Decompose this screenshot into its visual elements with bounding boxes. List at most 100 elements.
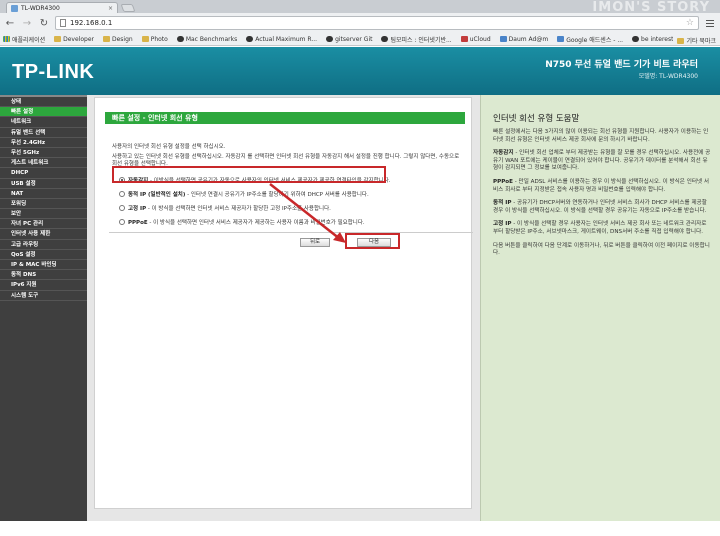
new-tab-button[interactable]	[120, 4, 136, 12]
sidebar-item[interactable]: 자녀 PC 관리	[0, 219, 87, 230]
browser-toolbar: ← → ↻ 192.168.0.1 ☆	[0, 13, 720, 33]
help-intro: 빠른 설정에서는 다음 3가지의 많이 이용되는 회선 유형을 지원합니다. 사…	[493, 129, 709, 143]
bookmark-label: gitserver Git	[335, 35, 373, 43]
bookmark-item[interactable]: Photo	[141, 35, 168, 43]
divider	[109, 232, 473, 233]
bookmark-label: Photo	[150, 35, 168, 43]
cloud-icon	[460, 36, 468, 42]
sidebar-item[interactable]: 상태	[0, 97, 87, 108]
folder-icon	[54, 36, 62, 42]
back-arrow-icon[interactable]: ←	[4, 17, 16, 29]
sidebar-item[interactable]: DHCP	[0, 168, 87, 179]
sidebar-item[interactable]: USB 설정	[0, 179, 87, 189]
bookmark-item[interactable]: Google 애드센스 - ...	[557, 35, 623, 44]
page-icon	[60, 19, 66, 27]
apple-icon	[176, 36, 184, 42]
folder-icon	[677, 37, 685, 44]
forward-arrow-icon[interactable]: →	[21, 17, 33, 29]
help-static: 고정 IP - 이 방식을 선택할 경우 사용자는 인터넷 서비스 제공 회사 …	[493, 221, 707, 235]
folder-icon	[102, 36, 110, 42]
help-panel: 인터넷 회선 유형 도움말 빠른 설정에서는 다음 3가지의 많이 이용되는 회…	[480, 95, 720, 521]
radio-static-ip[interactable]	[119, 205, 125, 211]
router-header: TP-LINK N750 무선 듀얼 밴드 기가 비트 라우터 모델명: TL-…	[0, 47, 720, 95]
google-icon	[557, 36, 565, 42]
sidebar-item[interactable]: 빠른 설정	[0, 107, 87, 118]
bookmark-item[interactable]: gitserver Git	[326, 36, 372, 43]
bookmark-item[interactable]: Design	[102, 35, 133, 43]
bookmark-item[interactable]: Mac Benchmarks	[176, 36, 237, 43]
bookmark-item[interactable]: Daum Ad@m	[499, 35, 549, 43]
sidebar-item[interactable]: 고급 라우팅	[0, 240, 87, 250]
back-button[interactable]: 뒤로	[300, 238, 330, 247]
main-content: 빠른 설정 - 인터넷 회선 유형 사용자의 인터넷 회선 유형 설정을 선택 …	[87, 95, 480, 521]
other-bookmarks[interactable]: 기타 북마크	[673, 36, 716, 45]
other-bookmarks-label: 기타 북마크	[686, 38, 716, 45]
sidebar-item[interactable]: 시스템 도구	[0, 291, 87, 301]
help-auto: 자동감지 - 인터넷 회선 업체로 부터 제공받는 유형을 잘 모를 경우 선택…	[493, 150, 711, 172]
model-name: 모델명: TL-WDR4300	[638, 73, 698, 80]
sidebar-item[interactable]: NAT	[0, 189, 87, 199]
bookmark-label: Developer	[63, 35, 94, 43]
apps-grid-icon	[3, 36, 10, 42]
help-outro: 다음 버튼을 클릭하여 다음 단계로 이동하거나, 뒤로 버튼을 클릭하여 이전…	[493, 242, 710, 257]
browser-tab[interactable]: TL-WDR4300 ×	[6, 2, 118, 13]
sidebar-item[interactable]: 포워딩	[0, 199, 87, 210]
address-bar[interactable]: 192.168.0.1 ☆	[55, 16, 699, 30]
sidebar-item[interactable]: 인터넷 사용 제한	[0, 229, 87, 240]
sidebar-item[interactable]: 보안	[0, 209, 87, 220]
sidebar-item[interactable]: 네트워크	[0, 117, 87, 128]
sidebar-item[interactable]: 무선 5GHz	[0, 148, 87, 159]
sidebar-item[interactable]: IP & MAC 바인딩	[0, 260, 87, 271]
star-icon[interactable]: ☆	[686, 18, 694, 28]
menu-icon[interactable]	[704, 17, 716, 29]
bookmark-label: Actual Maximum R...	[255, 35, 318, 43]
highlight-box-next	[345, 233, 400, 249]
page-footer	[0, 521, 720, 536]
address-url[interactable]: 192.168.0.1	[70, 19, 682, 27]
help-title: 인터넷 회선 유형 도움말	[493, 114, 580, 124]
sidebar-item[interactable]: 듀얼 밴드 선택	[0, 128, 87, 138]
bookmark-label: Daum Ad@m	[508, 35, 549, 43]
sidebar-item[interactable]: IPv6 지원	[0, 280, 87, 291]
bookmark-label: 애플리케이션	[12, 36, 46, 44]
site-icon	[246, 36, 254, 42]
bookmark-item[interactable]: uCloud	[460, 36, 491, 43]
option-dynamic-ip-label: 동적 IP (일반적인 설치) - 인터넷 연결시 공유기가 IP주소를 할당하…	[128, 192, 369, 198]
quick-setup-panel: 빠른 설정 - 인터넷 회선 유형 사용자의 인터넷 회선 유형 설정을 선택 …	[94, 97, 473, 509]
bookmark-label: Google 애드센스 - ...	[566, 36, 624, 44]
option-static-ip[interactable]: 고정 IP - 이 방식을 선택하면 인터넷 서비스 제공자가 할당한 고정 I…	[119, 204, 331, 212]
highlight-box-auto-detect	[112, 166, 386, 183]
reload-icon[interactable]: ↻	[38, 17, 50, 29]
folder-icon	[141, 36, 149, 42]
radio-pppoe[interactable]	[119, 219, 125, 225]
browser-tabstrip: TL-WDR4300 × IMON'S STORY	[0, 0, 720, 15]
bookmark-label: 팀모피스 : 인터넷기반...	[390, 36, 452, 44]
bookmark-item[interactable]: Actual Maximum R...	[246, 36, 317, 43]
sidebar-item[interactable]: 무선 2.4GHz	[0, 138, 87, 148]
site-icon	[381, 36, 389, 42]
option-dynamic-ip[interactable]: 동적 IP (일반적인 설치) - 인터넷 연결시 공유기가 IP주소를 할당하…	[119, 190, 369, 198]
help-body: 빠른 설정에서는 다음 3가지의 많이 이용되는 회선 유형을 지원합니다. 사…	[493, 129, 711, 264]
option-static-ip-label: 고정 IP - 이 방식을 선택하면 인터넷 서비스 제공자가 할당한 고정 I…	[128, 206, 331, 212]
option-pppoe-label: PPPoE - 이 방식을 선택하면 인터넷 서비스 제공자가 제공하는 사용자…	[128, 220, 365, 226]
close-icon[interactable]: ×	[108, 5, 113, 12]
sidebar-item[interactable]: 게스트 네트워크	[0, 158, 87, 169]
sidebar-nav: 상태 빠른 설정 네트워크 듀얼 밴드 선택 무선 2.4GHz 무선 5GHz 게스트 네…	[0, 95, 87, 521]
bookmark-item[interactable]: Developer	[54, 36, 94, 43]
page-title: 빠른 설정 - 인터넷 회선 유형	[105, 112, 465, 124]
option-pppoe[interactable]: PPPoE - 이 방식을 선택하면 인터넷 서비스 제공자가 제공하는 사용자…	[119, 218, 365, 226]
bookmark-item[interactable]: 팀모피스 : 인터넷기반...	[381, 35, 452, 44]
tab-title: TL-WDR4300	[21, 4, 60, 12]
daum-icon	[499, 36, 507, 42]
radio-dynamic-ip[interactable]	[119, 191, 125, 197]
bookmark-item[interactable]: 애플리케이션	[3, 35, 45, 44]
bookmarks-bar: 애플리케이션 Developer Design Photo Mac Benchmarks…	[0, 33, 720, 46]
instruction-text: 사용자의 인터넷 회선 유형 설정을 선택 하십시오.	[112, 144, 226, 150]
sidebar-item[interactable]: 동적 DNS	[0, 270, 87, 281]
product-name: N750 무선 듀얼 밴드 기가 비트 라우터	[545, 60, 698, 70]
help-pppoe: PPPoE - 만일 ADSL 서비스를 이용하는 경우 이 방식을 선택하십시…	[493, 178, 710, 193]
bookmark-label: Design	[111, 35, 133, 43]
sidebar-item[interactable]: QoS 설정	[0, 250, 87, 260]
site-icon	[632, 36, 640, 42]
help-dynamic: 동적 IP - 공유기가 DHCP서버와 연동하거나 인터넷 서비스 회사가 D…	[493, 200, 707, 214]
